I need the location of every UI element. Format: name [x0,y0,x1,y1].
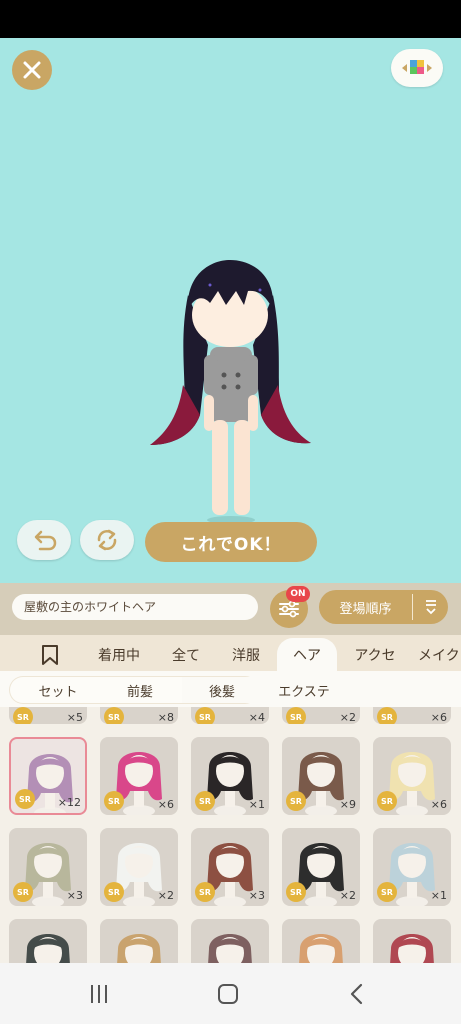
back-icon [350,983,363,1005]
tab-makeup[interactable]: メイク [418,638,461,671]
rarity-badge: SR [195,707,215,724]
sort-order-icon[interactable] [413,598,448,616]
item-card[interactable]: SR ×9 [282,737,360,815]
item-count: ×8 [157,711,174,724]
rarity-badge: SR [104,882,124,902]
rarity-badge: SR [286,882,306,902]
item-count: ×1 [248,798,265,811]
tab-hair[interactable]: ヘア [277,638,337,671]
rarity-badge: SR [15,789,35,809]
item-card[interactable]: SR ×2 [100,828,178,906]
sort-button[interactable]: 登場順序 [319,590,448,624]
layout-button[interactable] [391,49,443,87]
item-count: ×2 [157,889,174,902]
back-button[interactable] [342,981,372,1007]
item-card[interactable]: SR ×12 [9,737,87,815]
item-card[interactable]: SR ×1 [373,828,451,906]
bookmark-icon [42,644,58,665]
hair-thumbnail [117,934,161,963]
item-card[interactable]: SR ×1 [191,737,269,815]
home-button[interactable] [213,981,243,1007]
item-card[interactable]: SR ×6 [373,737,451,815]
item-count: ×2 [339,711,356,724]
item-count: ×6 [430,711,447,724]
item-count: ×3 [66,889,83,902]
rarity-badge: SR [377,707,397,724]
item-card[interactable]: SR ×2 [282,707,360,724]
tab-accessories[interactable]: アクセ [344,638,406,671]
android-nav-bar [0,963,461,1024]
item-card[interactable]: SR ×6 [373,707,451,724]
subtab-extension[interactable]: エクステ [262,677,346,703]
sort-label: 登場順序 [339,601,392,617]
subtab-set[interactable]: セット [18,677,98,703]
undo-button[interactable] [17,520,71,560]
item-card[interactable] [100,919,178,963]
tab-bookmark[interactable] [30,638,70,671]
item-count: ×3 [248,889,265,902]
item-count: ×6 [430,798,447,811]
rarity-badge: SR [195,791,215,811]
close-icon [23,61,41,79]
item-card[interactable] [282,919,360,963]
rarity-badge: SR [286,707,306,724]
item-card[interactable]: SR ×2 [282,828,360,906]
rarity-badge: SR [377,791,397,811]
tab-wearing[interactable]: 着用中 [88,638,150,671]
rarity-badge: SR [104,791,124,811]
rarity-badge: SR [377,882,397,902]
item-count: ×6 [157,798,174,811]
refresh-icon [97,529,117,551]
close-button[interactable] [12,50,52,90]
tab-all[interactable]: 全て [162,638,210,671]
hair-thumbnail [299,934,343,963]
item-card[interactable] [191,919,269,963]
item-card[interactable] [9,919,87,963]
confirm-button[interactable]: これでOK！ [145,522,317,562]
item-count: ×4 [248,711,265,724]
color-blocks-icon [402,60,432,74]
hair-thumbnail [208,934,252,963]
item-grid: SR ×5 SR ×8 SR ×4 SR ×2 SR ×6 SR ×12 SR ×6 S… [0,707,461,963]
item-card[interactable]: SR ×5 [9,707,87,724]
rarity-badge: SR [13,707,33,724]
home-icon [218,984,238,1004]
item-card[interactable] [373,919,451,963]
undo-icon [34,530,57,551]
recent-apps-button[interactable] [84,981,114,1007]
item-name-field: 屋敷の主のホワイトヘア [12,594,258,620]
sliders-icon [279,600,299,618]
item-count: ×12 [57,796,81,809]
item-card[interactable]: SR ×4 [191,707,269,724]
tab-clothes[interactable]: 洋服 [222,638,270,671]
category-tabs: 着用中 全て 洋服 ヘア アクセ メイク [0,635,461,671]
subtab-back-hair[interactable]: 後髪 [182,677,262,703]
item-count: ×1 [430,889,447,902]
item-count: ×9 [339,798,356,811]
hair-thumbnail [390,934,434,963]
rarity-badge: SR [195,882,215,902]
refresh-button[interactable] [80,520,134,560]
item-card[interactable]: SR ×8 [100,707,178,724]
hair-thumbnail [26,934,70,963]
item-count: ×5 [66,711,83,724]
filter-on-badge: ON [286,586,310,602]
rarity-badge: SR [104,707,124,724]
hair-subtabs: セット 前髪 後髪 エクステ [0,671,461,707]
rarity-badge: SR [13,882,33,902]
item-count: ×2 [339,889,356,902]
recent-apps-icon [91,985,107,1003]
rarity-badge: SR [286,791,306,811]
status-bar [0,0,461,38]
subtab-front-hair[interactable]: 前髪 [100,677,180,703]
item-card[interactable]: SR ×3 [9,828,87,906]
item-card[interactable]: SR ×6 [100,737,178,815]
item-card[interactable]: SR ×3 [191,828,269,906]
avatar-figure [150,260,311,524]
